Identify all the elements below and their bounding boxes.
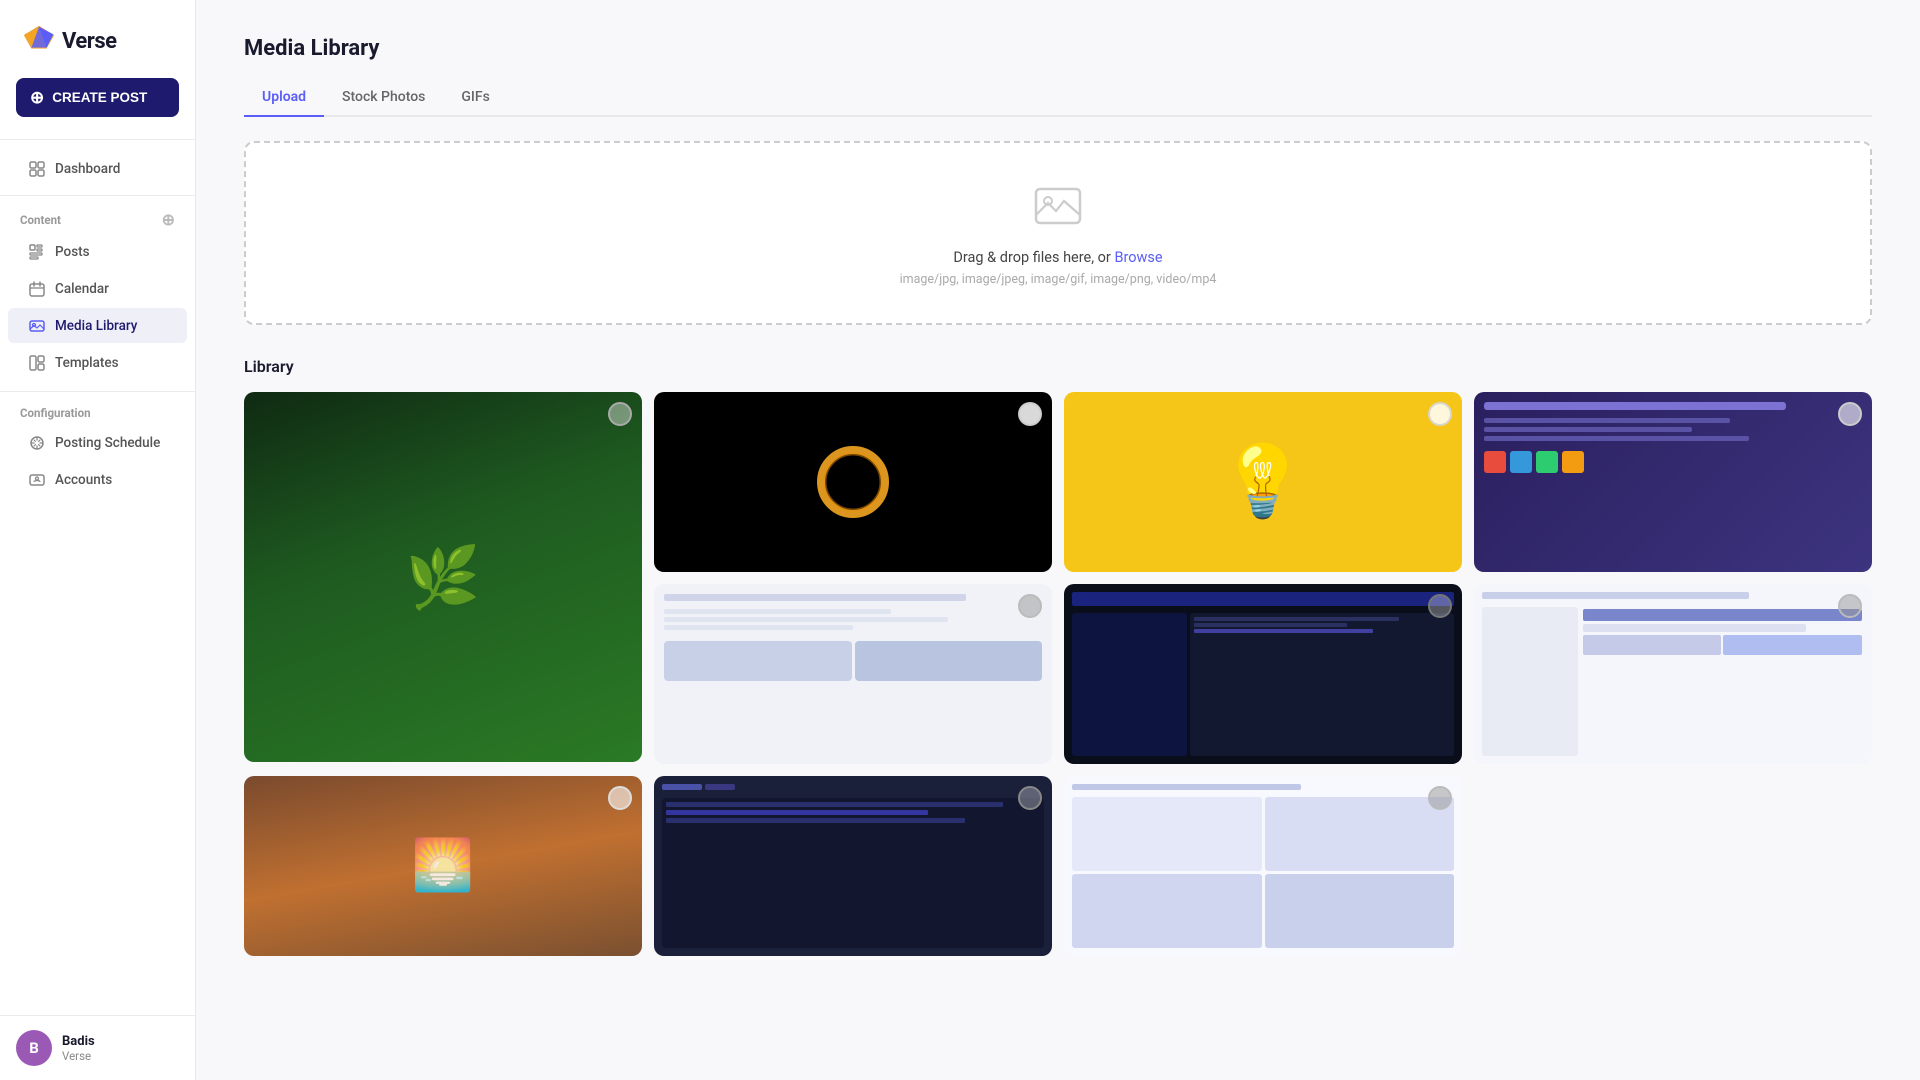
schedule-icon	[28, 434, 45, 451]
sidebar-item-accounts[interactable]: Accounts	[8, 462, 187, 497]
media-item-8[interactable]: 🌅	[244, 776, 642, 956]
upload-image-icon	[1032, 179, 1084, 235]
templates-icon	[28, 354, 45, 371]
select-circle-3[interactable]	[1428, 402, 1452, 426]
select-circle-9[interactable]	[1018, 786, 1042, 810]
sidebar-item-templates[interactable]: Templates	[8, 345, 187, 380]
sidebar-item-accounts-label: Accounts	[55, 472, 112, 488]
upload-text: Drag & drop files here, or Browse	[953, 249, 1162, 266]
select-circle-1[interactable]	[608, 402, 632, 426]
select-circle-6[interactable]	[1428, 594, 1452, 618]
select-circle-10[interactable]	[1428, 786, 1452, 810]
tab-stock-photos[interactable]: Stock Photos	[324, 81, 443, 117]
tab-gifs[interactable]: GIFs	[443, 81, 507, 117]
add-content-icon[interactable]: ⊕	[162, 210, 175, 229]
dashboard-icon	[28, 160, 45, 177]
sidebar-item-media-library[interactable]: Media Library	[8, 308, 187, 343]
main-content: Media Library Upload Stock Photos GIFs D…	[196, 0, 1920, 1080]
media-item-5[interactable]	[654, 584, 1052, 764]
sidebar-item-dashboard-label: Dashboard	[55, 161, 120, 177]
logo-icon	[20, 22, 58, 60]
media-grid: 🌿 💡	[244, 392, 1872, 956]
sidebar-item-posts[interactable]: Posts	[8, 234, 187, 269]
media-item-4[interactable]	[1474, 392, 1872, 572]
media-item-9[interactable]	[654, 776, 1052, 956]
sidebar-item-calendar[interactable]: Calendar	[8, 271, 187, 306]
sidebar-item-posting-schedule[interactable]: Posting Schedule	[8, 425, 187, 460]
media-item-1[interactable]: 🌿	[244, 392, 642, 762]
create-post-button[interactable]: ⊕ CREATE POST	[16, 78, 179, 117]
browse-link[interactable]: Browse	[1114, 249, 1162, 266]
tabs-bar: Upload Stock Photos GIFs	[244, 81, 1872, 117]
logo-area: Verse	[0, 0, 195, 78]
media-item-6[interactable]	[1064, 584, 1462, 764]
sidebar-divider	[0, 139, 195, 140]
select-circle-4[interactable]	[1838, 402, 1862, 426]
sidebar: Verse ⊕ CREATE POST Dashboard Content ⊕	[0, 0, 196, 1080]
page-title: Media Library	[244, 36, 1872, 61]
select-circle-2[interactable]	[1018, 402, 1042, 426]
sidebar-item-templates-label: Templates	[55, 355, 119, 371]
avatar-initial: B	[29, 1039, 39, 1057]
upload-zone[interactable]: Drag & drop files here, or Browse image/…	[244, 141, 1872, 325]
library-title: Library	[244, 357, 1872, 376]
select-circle-7[interactable]	[1838, 594, 1862, 618]
calendar-icon	[28, 280, 45, 297]
user-org: Verse	[62, 1049, 95, 1063]
avatar: B	[16, 1030, 52, 1066]
upload-hint: image/jpg, image/jpeg, image/gif, image/…	[900, 272, 1217, 287]
sidebar-item-dashboard[interactable]: Dashboard	[8, 151, 187, 186]
media-item-10[interactable]	[1064, 776, 1462, 956]
plus-icon: ⊕	[30, 89, 44, 106]
user-name: Badis	[62, 1034, 95, 1049]
sidebar-item-posts-label: Posts	[55, 244, 90, 260]
media-item-3[interactable]: 💡	[1064, 392, 1462, 572]
app-name: Verse	[62, 29, 117, 54]
select-circle-5[interactable]	[1018, 594, 1042, 618]
tab-upload[interactable]: Upload	[244, 81, 324, 117]
configuration-section-label: Configuration	[0, 392, 195, 424]
user-info: Badis Verse	[62, 1034, 95, 1063]
sidebar-item-posting-schedule-label: Posting Schedule	[55, 435, 160, 451]
media-item-7[interactable]	[1474, 584, 1872, 764]
posts-icon	[28, 243, 45, 260]
media-item-2[interactable]	[654, 392, 1052, 572]
user-area[interactable]: B Badis Verse	[0, 1015, 195, 1080]
media-library-icon	[28, 317, 45, 334]
library-section: Library 🌿 💡	[244, 357, 1872, 956]
select-circle-8[interactable]	[608, 786, 632, 810]
accounts-icon	[28, 471, 45, 488]
content-section-label: Content ⊕	[0, 196, 195, 233]
sidebar-item-media-library-label: Media Library	[55, 318, 137, 334]
sidebar-item-calendar-label: Calendar	[55, 281, 109, 297]
create-post-label: CREATE POST	[52, 90, 147, 105]
